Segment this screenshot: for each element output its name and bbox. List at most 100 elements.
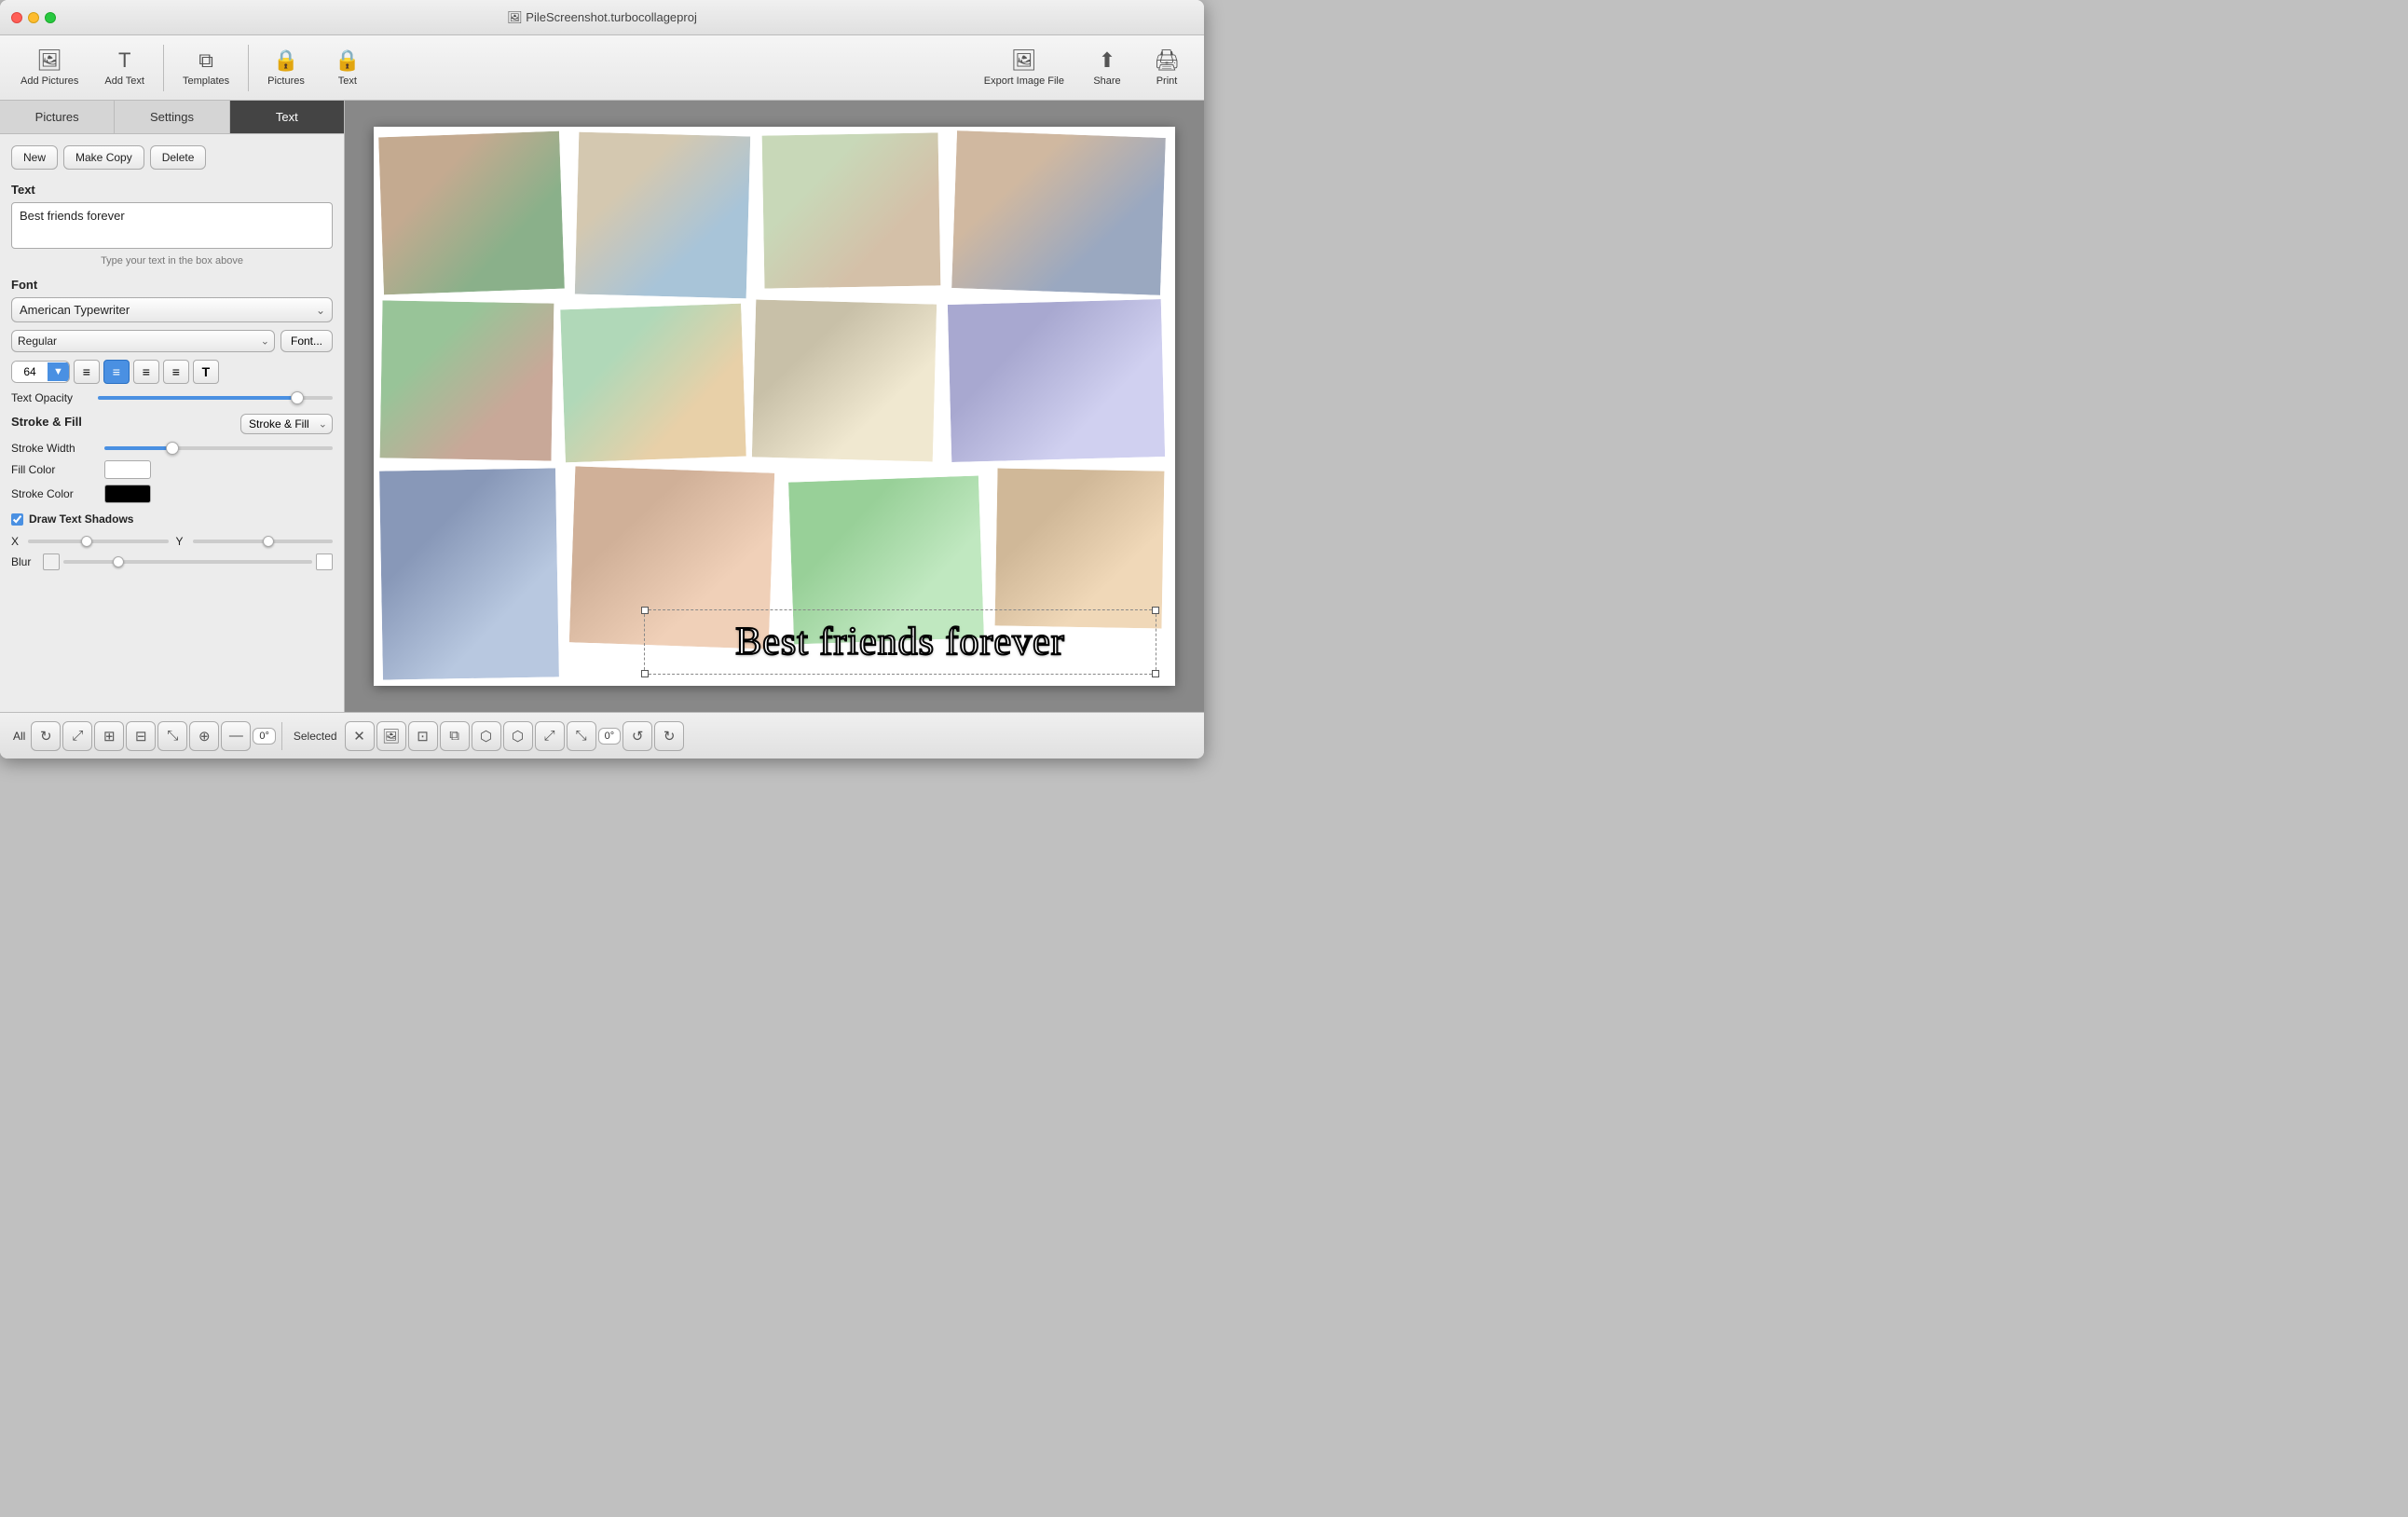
canvas-area[interactable]: Best friends forever <box>345 101 1204 712</box>
grid-button[interactable]: ⊞ <box>94 721 124 751</box>
rotate-all-button[interactable]: ↻ <box>31 721 61 751</box>
fill-color-swatch[interactable] <box>104 460 151 479</box>
add-text-button[interactable]: T Add Text <box>93 43 156 92</box>
share-button[interactable]: ⬆ Share <box>1079 43 1135 92</box>
align-left-icon: ≡ <box>83 364 90 379</box>
fit-selected-button[interactable]: ⤡ <box>567 721 596 751</box>
blur-thumb[interactable] <box>113 556 124 567</box>
font-label: Font <box>11 278 333 292</box>
font-selector[interactable]: American Typewriter <box>11 297 333 322</box>
align-justify-button[interactable]: ≡ <box>163 360 189 384</box>
titlebar: 🖼 PileScreenshot.turbocollageproj <box>0 0 1204 35</box>
opacity-thumb[interactable] <box>291 391 304 404</box>
minimize-button[interactable] <box>28 12 39 23</box>
stroke-width-thumb[interactable] <box>166 442 179 455</box>
new-button[interactable]: New <box>11 145 58 170</box>
align-center-button[interactable]: ≡ <box>103 360 130 384</box>
make-copy-button[interactable]: Make Copy <box>63 145 144 170</box>
shadow-x-slider[interactable] <box>28 540 169 543</box>
print-button[interactable]: 🖨 Print <box>1139 43 1195 92</box>
tab-text[interactable]: Text <box>230 101 344 133</box>
text-overlay[interactable]: Best friends forever <box>644 609 1156 675</box>
tab-settings[interactable]: Settings <box>115 101 229 133</box>
text-hint: Type your text in the box above <box>11 255 333 266</box>
photo-9 <box>376 465 562 682</box>
expand-button[interactable]: ⤢ <box>62 721 92 751</box>
center-button[interactable]: ⊕ <box>189 721 219 751</box>
align-right-icon: ≡ <box>143 364 150 379</box>
opacity-slider[interactable] <box>98 396 333 400</box>
handle-bottom-right[interactable] <box>1152 670 1159 677</box>
text-input[interactable] <box>11 202 333 249</box>
bring-forward-button[interactable]: ⬡ <box>472 721 501 751</box>
export-button[interactable]: 🖼 Export Image File <box>973 43 1075 92</box>
toolbar: 🖼 Add Pictures T Add Text ⧉ Templates 🔒 … <box>0 35 1204 101</box>
rotate-left-button[interactable]: ↺ <box>623 721 652 751</box>
fit-button[interactable]: ⤡ <box>157 721 187 751</box>
size-input-wrap: ▼ <box>11 361 70 383</box>
close-button[interactable] <box>11 12 22 23</box>
add-pictures-button[interactable]: 🖼 Add Pictures <box>9 43 89 92</box>
blur-row: Blur <box>11 554 333 570</box>
templates-button[interactable]: ⧉ Templates <box>171 43 240 92</box>
text-section-label: Text <box>11 183 333 197</box>
font-dialog-button[interactable]: Font... <box>280 330 333 352</box>
tab-pictures[interactable]: Pictures <box>0 101 115 133</box>
align-left-button[interactable]: ≡ <box>74 360 100 384</box>
crop-button[interactable]: ⊡ <box>408 721 438 751</box>
stroke-width-label: Stroke Width <box>11 442 104 455</box>
photo-8 <box>945 296 1169 465</box>
copy-selected-button[interactable]: ⧉ <box>440 721 470 751</box>
app-window: 🖼 PileScreenshot.turbocollageproj 🖼 Add … <box>0 0 1204 758</box>
stroke-width-slider[interactable] <box>104 446 333 450</box>
text-lock-button[interactable]: 🔒 Text <box>320 43 376 92</box>
handle-bottom-left[interactable] <box>641 670 649 677</box>
resize-selected-button[interactable]: ⤢ <box>535 721 565 751</box>
photo-3 <box>759 130 944 291</box>
font-style-selector[interactable]: Regular <box>11 330 275 352</box>
minus-button[interactable]: — <box>221 721 251 751</box>
size-align-row: ▼ ≡ ≡ ≡ ≡ T <box>11 360 333 384</box>
collage-canvas[interactable]: Best friends forever <box>374 127 1175 686</box>
pictures-button[interactable]: 🔒 Pictures <box>256 43 316 92</box>
shadow-x-thumb[interactable] <box>81 536 92 547</box>
photo-selected-button[interactable]: 🖼 <box>376 721 406 751</box>
delete-button[interactable]: Delete <box>150 145 207 170</box>
rotate-right-button[interactable]: ↻ <box>654 721 684 751</box>
handle-top-left[interactable] <box>641 607 649 614</box>
shadow-y-slider[interactable] <box>193 540 334 543</box>
add-pictures-label: Add Pictures <box>21 75 78 87</box>
blur-swatch-dark <box>43 554 60 570</box>
stroke-fill-type-selector[interactable]: Stroke & Fill <box>240 414 333 434</box>
size-toggle-button[interactable]: ▼ <box>48 362 69 381</box>
add-pictures-icon: 🖼 <box>36 48 62 73</box>
add-text-label: Add Text <box>104 75 144 87</box>
send-back-button[interactable]: ⬡ <box>503 721 533 751</box>
handle-top-right[interactable] <box>1152 607 1159 614</box>
grid2-button[interactable]: ⊟ <box>126 721 156 751</box>
align-right-button[interactable]: ≡ <box>133 360 159 384</box>
templates-label: Templates <box>183 75 229 87</box>
separator-1 <box>163 45 164 91</box>
stroke-fill-section: Stroke & Fill Stroke & Fill Stroke Width <box>11 414 333 503</box>
stroke-fill-label: Stroke & Fill <box>11 415 82 429</box>
fullscreen-button[interactable] <box>45 12 56 23</box>
photo-2 <box>572 130 754 302</box>
blur-slider[interactable] <box>63 560 312 564</box>
action-buttons: New Make Copy Delete <box>11 145 333 170</box>
draw-shadows-label: Draw Text Shadows <box>29 512 133 526</box>
shadow-y-thumb[interactable] <box>263 536 274 547</box>
share-icon: ⬆ <box>1099 48 1115 73</box>
align-center-icon: ≡ <box>113 364 120 379</box>
draw-shadows-row: Draw Text Shadows <box>11 512 333 526</box>
close-selected-button[interactable]: ✕ <box>345 721 375 751</box>
print-label: Print <box>1156 75 1178 87</box>
draw-shadows-checkbox[interactable] <box>11 513 23 526</box>
pictures-icon: 🔒 <box>273 48 298 73</box>
text-style-button[interactable]: T <box>193 360 219 384</box>
degree-display: 0° <box>253 728 276 745</box>
all-tools-section: ↻ ⤢ ⊞ ⊟ ⤡ ⊕ — 0° <box>31 721 276 751</box>
font-size-input[interactable] <box>12 362 48 382</box>
photo-5 <box>376 297 556 463</box>
stroke-color-swatch[interactable] <box>104 485 151 503</box>
